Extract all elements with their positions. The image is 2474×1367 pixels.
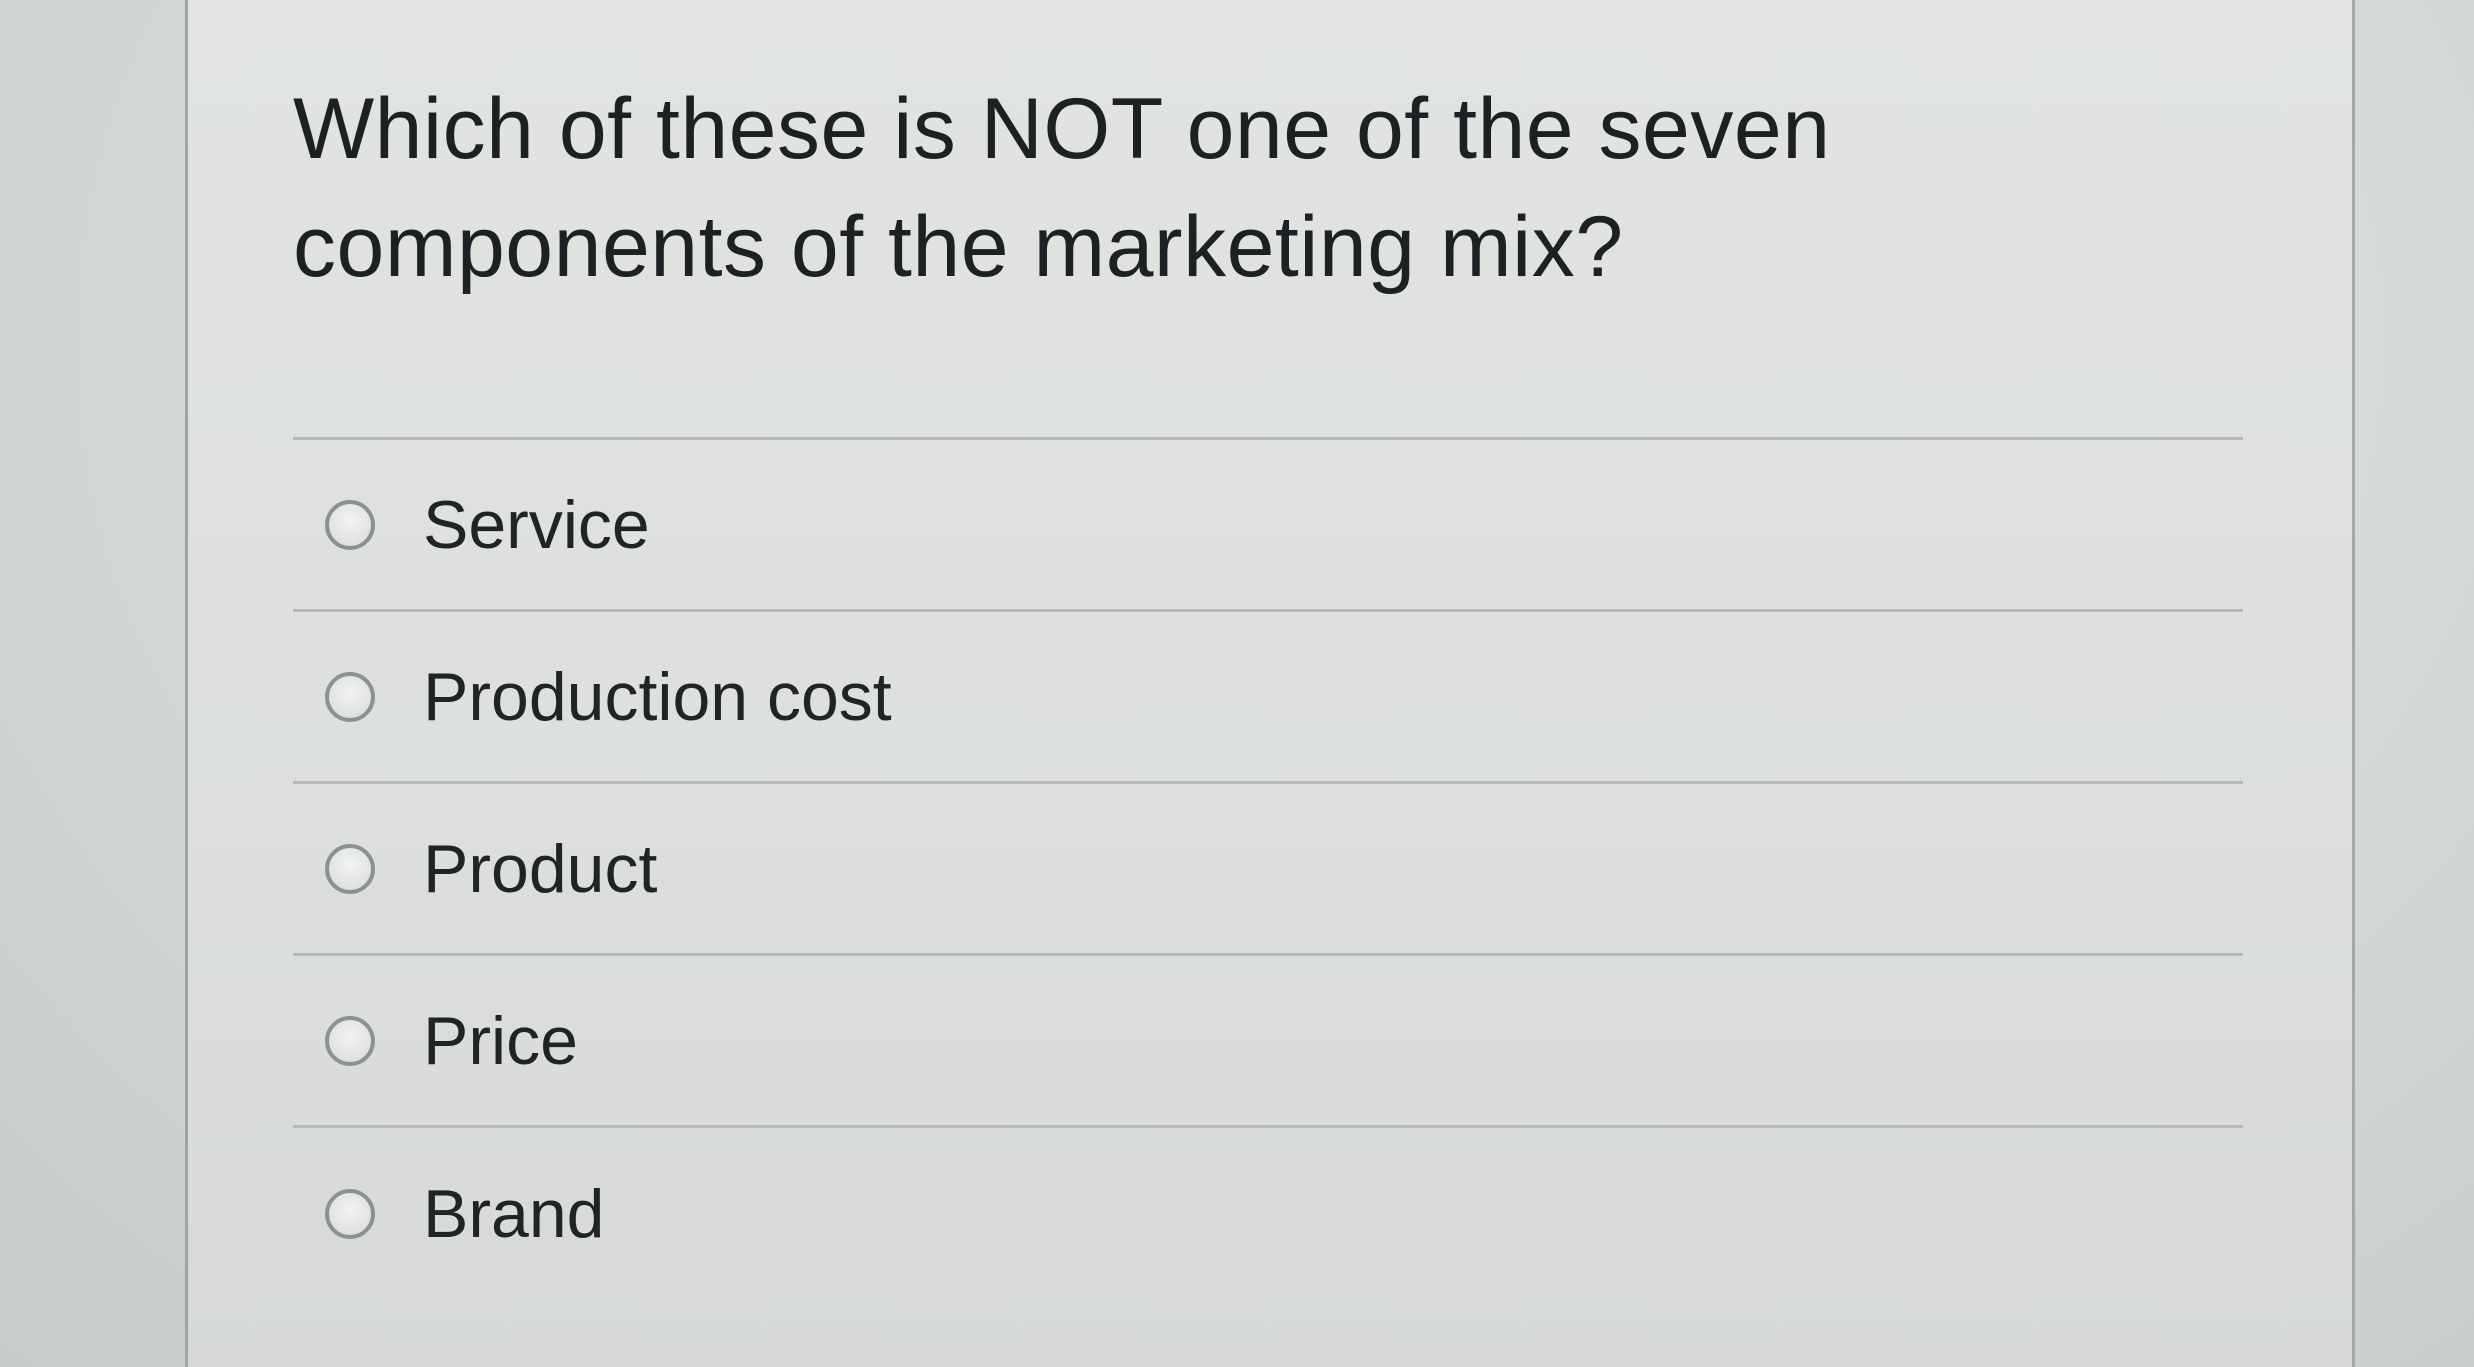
option-product[interactable]: Product <box>293 784 2243 956</box>
radio-button[interactable] <box>325 671 375 722</box>
option-brand[interactable]: Brand <box>293 1128 2243 1300</box>
radio-button[interactable] <box>325 843 375 894</box>
radio-button[interactable] <box>325 499 375 550</box>
radio-button[interactable] <box>325 1015 375 1066</box>
option-production-cost[interactable]: Production cost <box>293 612 2243 784</box>
option-price[interactable]: Price <box>293 956 2243 1128</box>
option-label: Brand <box>423 1176 605 1252</box>
option-label: Price <box>423 1002 578 1079</box>
option-label: Product <box>423 830 658 907</box>
option-label: Production cost <box>423 658 892 735</box>
question-text: Which of these is NOT one of the seven c… <box>293 81 1831 295</box>
option-service[interactable]: Service <box>293 440 2243 612</box>
answer-options: Service Production cost Product Price Br… <box>293 437 2243 1300</box>
option-label: Service <box>423 486 650 563</box>
question-card: Which of these is NOT one of the seven c… <box>185 0 2355 1367</box>
radio-button[interactable] <box>325 1189 375 1239</box>
